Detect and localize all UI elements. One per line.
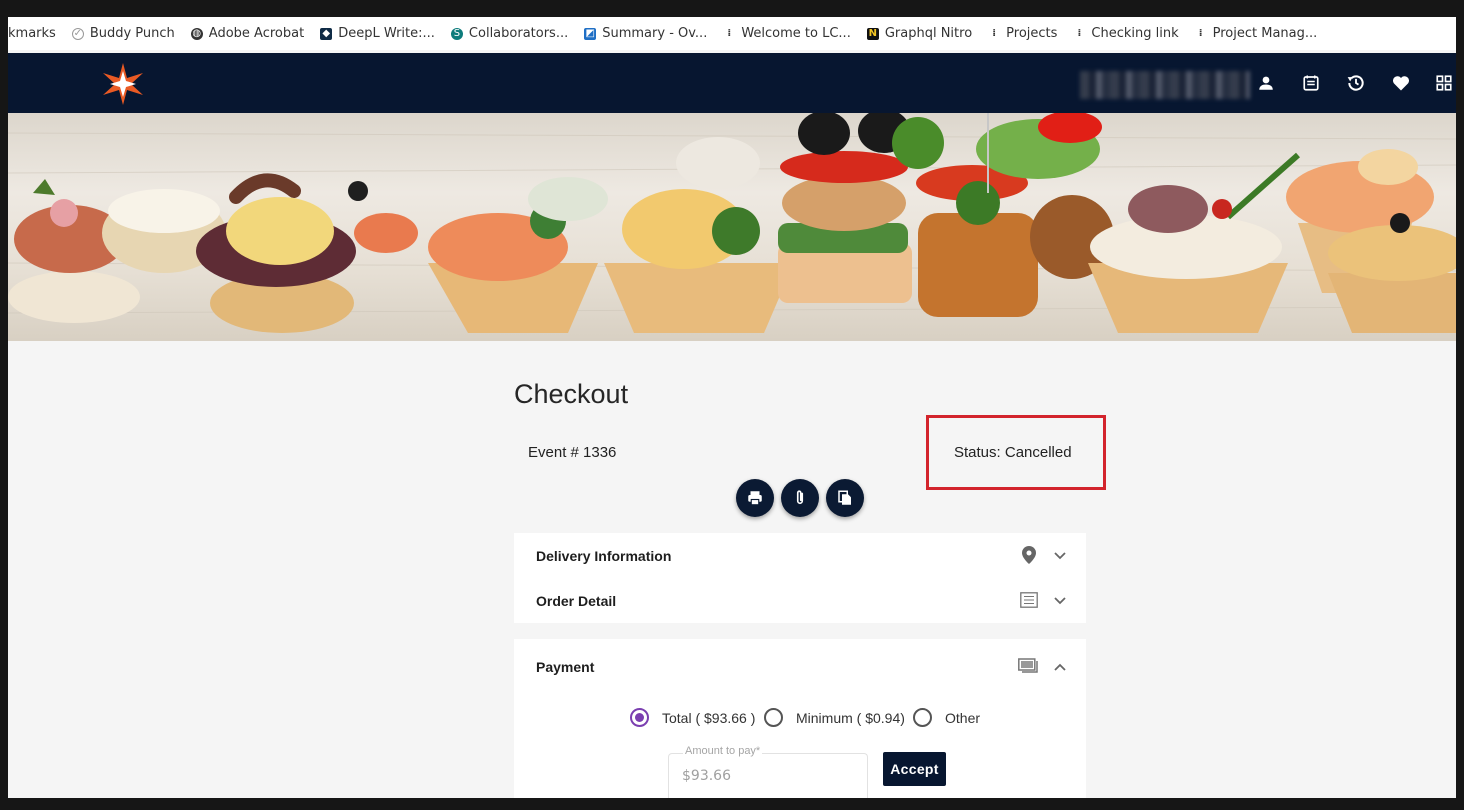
bookmark-label: Checking link	[1091, 26, 1179, 41]
bookmarks-bar: kmarks ✓ Buddy Punch ◍ Adobe Acrobat ◆ D…	[8, 17, 1456, 50]
bookmark-label: Summary - Ov...	[602, 26, 708, 41]
bookmark-label: kmarks	[8, 26, 56, 41]
heart-icon[interactable]	[1389, 71, 1413, 95]
attach-button[interactable]	[781, 479, 819, 517]
globe-icon: ◍	[190, 27, 203, 40]
bookmark-deepl-write[interactable]: ◆ DeepL Write:...	[320, 26, 435, 41]
bookmark-welcome-lc[interactable]: ⁞ Welcome to LC...	[723, 26, 851, 41]
accept-button[interactable]: Accept	[883, 752, 946, 786]
amount-to-pay-label: Amount to pay*	[683, 745, 763, 757]
payment-card-icon	[1018, 657, 1040, 675]
bookmark-collaborators[interactable]: S Collaborators...	[450, 26, 569, 41]
radio-minimum-label: Minimum ( $0.94)	[796, 710, 905, 726]
bookmark-graphql-nitro[interactable]: N Graphql Nitro	[866, 26, 973, 41]
bookmark-icon: ⁞	[1198, 28, 1203, 39]
hero-food-banner	[8, 113, 1456, 341]
bookmark-icon: ⁞	[1077, 28, 1082, 39]
deepl-icon: ◆	[320, 27, 333, 40]
list-icon	[1020, 591, 1038, 609]
bookmark-projects[interactable]: ⁞ Projects	[988, 26, 1057, 41]
radio-other-label: Other	[945, 710, 981, 726]
radio-total[interactable]	[630, 708, 649, 727]
bookmark-label: Welcome to LC...	[741, 26, 851, 41]
copy-icon	[838, 490, 851, 505]
bookmark-label: Graphql Nitro	[884, 26, 973, 41]
page-title: Checkout	[514, 379, 629, 409]
amount-to-pay-input[interactable]	[682, 768, 852, 784]
user-name-redacted	[1080, 71, 1250, 99]
calendar-icon[interactable]	[1299, 71, 1323, 95]
location-pin-icon	[1020, 545, 1038, 565]
radio-other[interactable]	[913, 708, 932, 727]
attach-icon	[796, 490, 804, 505]
bookmark-icon: ⁞	[727, 28, 732, 39]
bookmark-icon: ⁞	[992, 28, 997, 39]
bookmark-label: Buddy Punch	[89, 26, 175, 41]
bookmark-bookmarks[interactable]: kmarks	[8, 26, 56, 41]
bookmark-summary[interactable]: ◩ Summary - Ov...	[584, 26, 707, 41]
top-navbar	[8, 53, 1456, 113]
history-icon[interactable]	[1344, 71, 1368, 95]
bookmark-project-manag[interactable]: ⁞ Project Manag...	[1195, 26, 1318, 41]
delivery-information-header[interactable]: Delivery Information	[536, 548, 671, 564]
copy-button[interactable]	[826, 479, 864, 517]
browser-viewport: kmarks ✓ Buddy Punch ◍ Adobe Acrobat ◆ D…	[8, 17, 1456, 798]
azure-icon: ◩	[584, 27, 597, 40]
notion-icon: N	[866, 27, 879, 40]
apps-grid-icon[interactable]	[1432, 71, 1456, 95]
order-detail-header[interactable]: Order Detail	[536, 593, 616, 609]
chevron-down-icon[interactable]	[1052, 593, 1068, 609]
radio-total-label: Total ( $93.66 )	[662, 710, 756, 726]
sharepoint-icon: S	[450, 27, 463, 40]
print-button[interactable]	[736, 479, 774, 517]
event-number: Event # 1336	[528, 444, 617, 461]
bookmark-label: Collaborators...	[468, 26, 569, 41]
payment-header[interactable]: Payment	[536, 659, 594, 675]
order-status: Status: Cancelled	[954, 444, 1072, 461]
bookmark-adobe-acrobat[interactable]: ◍ Adobe Acrobat	[190, 26, 305, 41]
logo-star-icon[interactable]	[100, 61, 146, 107]
bookmark-checking-link[interactable]: ⁞ Checking link	[1073, 26, 1179, 41]
chevron-down-icon[interactable]	[1052, 548, 1068, 564]
bookmark-label: DeepL Write:...	[338, 26, 435, 41]
bookmark-label: Projects	[1006, 26, 1058, 41]
print-icon	[748, 491, 762, 506]
info-panel: Delivery Information Order Detail	[514, 533, 1086, 623]
radio-minimum[interactable]	[764, 708, 783, 727]
chevron-up-icon[interactable]	[1052, 659, 1068, 675]
user-icon[interactable]	[1254, 71, 1278, 95]
bookmark-buddy-punch[interactable]: ✓ Buddy Punch	[71, 26, 175, 41]
bookmark-label: Adobe Acrobat	[208, 26, 305, 41]
check-circle-icon: ✓	[71, 27, 84, 40]
bookmark-label: Project Manag...	[1212, 26, 1318, 41]
